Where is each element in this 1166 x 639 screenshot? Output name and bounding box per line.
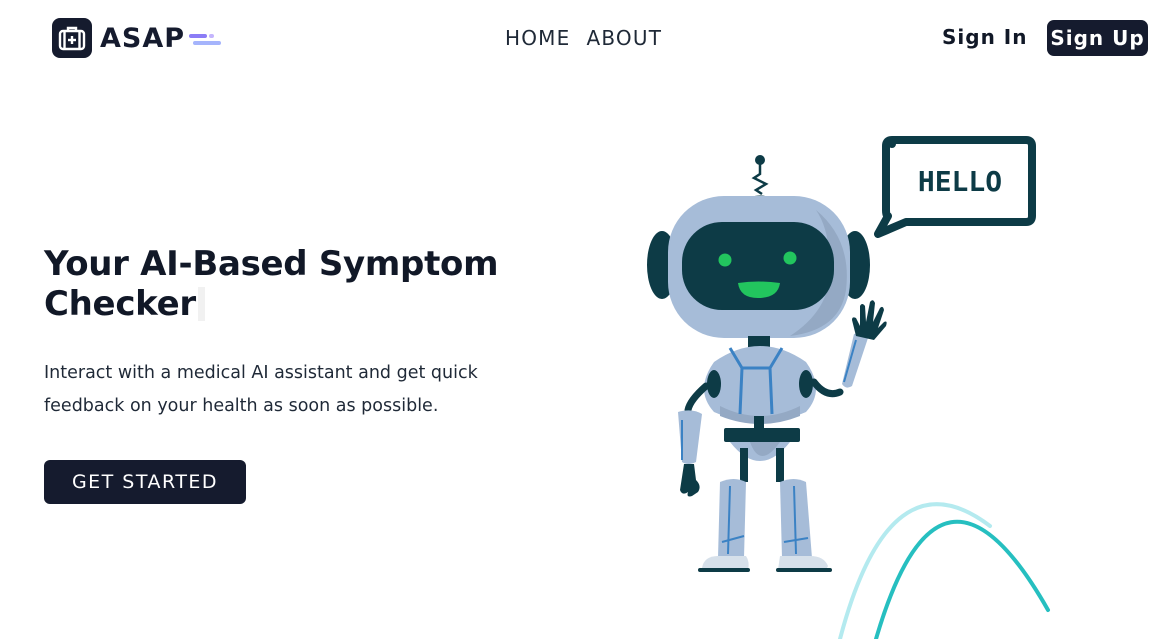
get-started-button[interactable]: GET STARTED xyxy=(44,460,246,504)
typing-cursor xyxy=(197,287,205,321)
speech-bubble-text: HELLO xyxy=(918,165,1002,198)
hero-title: Your AI-Based Symptom Checker xyxy=(44,244,514,324)
speech-bubble: HELLO xyxy=(874,136,1036,238)
logo-dash-icon xyxy=(189,34,222,45)
brand-name: ASAP xyxy=(100,22,186,54)
medical-kit-icon xyxy=(52,18,92,58)
decorative-arcs xyxy=(838,502,1050,639)
sign-up-button[interactable]: Sign Up xyxy=(1047,20,1148,56)
brand-logo[interactable]: ASAP xyxy=(52,18,223,58)
hero-subtitle: Interact with a medical AI assistant and… xyxy=(44,363,478,416)
hero-title-text: Your AI-Based Symptom Checker xyxy=(44,244,499,324)
sign-in-button[interactable]: Sign In xyxy=(942,25,1027,49)
main-nav: HOME ABOUT xyxy=(505,26,662,50)
nav-item-home[interactable]: HOME xyxy=(505,26,570,50)
nav-item-about[interactable]: ABOUT xyxy=(586,26,662,50)
